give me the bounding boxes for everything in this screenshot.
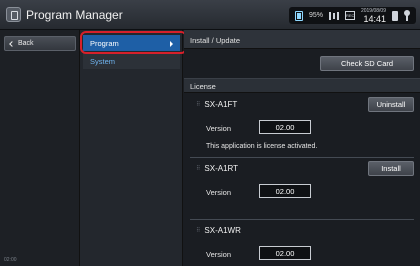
grip-icon: ⠿ <box>196 228 201 234</box>
license-name: ⠿ SX-A1FT <box>196 100 237 109</box>
back-label: Back <box>18 40 34 47</box>
version-value: 02.00 <box>259 184 311 198</box>
menu-item-program[interactable]: Program <box>83 35 180 51</box>
grip-icon: ⠿ <box>196 166 201 172</box>
battery-icon <box>294 10 303 21</box>
chevron-right-icon <box>170 41 173 47</box>
license-name: ⠿ SX-A1WR <box>196 226 241 235</box>
license-name: ⠿ SX-A1RT <box>196 164 238 173</box>
menu-item-system[interactable]: System <box>83 53 180 69</box>
menu-item-label: Program <box>90 38 119 48</box>
menu-item-label: System <box>90 56 116 66</box>
version-value: 02.00 <box>259 246 311 260</box>
back-button[interactable]: Back <box>4 36 76 51</box>
uninstall-button[interactable]: Uninstall <box>368 97 414 112</box>
chevron-left-icon <box>9 40 15 47</box>
install-button[interactable]: Install <box>368 161 414 176</box>
section-header-license: License <box>184 78 420 93</box>
grip-icon: ⠿ <box>196 102 201 108</box>
divider <box>190 219 414 220</box>
calendar-icon: REC <box>344 11 355 20</box>
main-panel: Install / Update Check SD Card License ⠿… <box>184 30 420 266</box>
app-title: Program Manager <box>26 8 123 22</box>
category-menu: Program System <box>80 30 183 266</box>
datetime: 2019/08/09 14:41 <box>361 8 386 24</box>
divider <box>190 157 414 158</box>
license-status-text: This application is license activated. <box>206 143 318 150</box>
page-title: Install / Update <box>184 30 420 49</box>
status-time: 14:41 <box>363 13 386 24</box>
pin-icon <box>404 10 410 21</box>
license-name-label: SX-A1RT <box>204 164 239 173</box>
program-manager-app-icon <box>6 7 21 22</box>
status-area: 95% REC 2019/08/09 14:41 <box>288 7 416 24</box>
version-label: Version <box>206 250 232 259</box>
version-label: Version <box>206 188 232 197</box>
title-bar: Program Manager 95% REC 2019/08/09 14:41 <box>0 0 420 30</box>
sd-card-icon <box>392 10 398 21</box>
check-sd-card-button[interactable]: Check SD Card <box>320 56 414 71</box>
footer-clock: 02:00 <box>4 257 17 263</box>
license-name-label: SX-A1FT <box>204 100 238 109</box>
left-sidebar: Back 02:00 <box>0 30 80 266</box>
battery-level: 95% <box>308 12 323 19</box>
signal-icon <box>328 11 339 20</box>
license-name-label: SX-A1WR <box>204 226 241 235</box>
version-value: 02.00 <box>259 120 311 134</box>
version-label: Version <box>206 124 232 133</box>
